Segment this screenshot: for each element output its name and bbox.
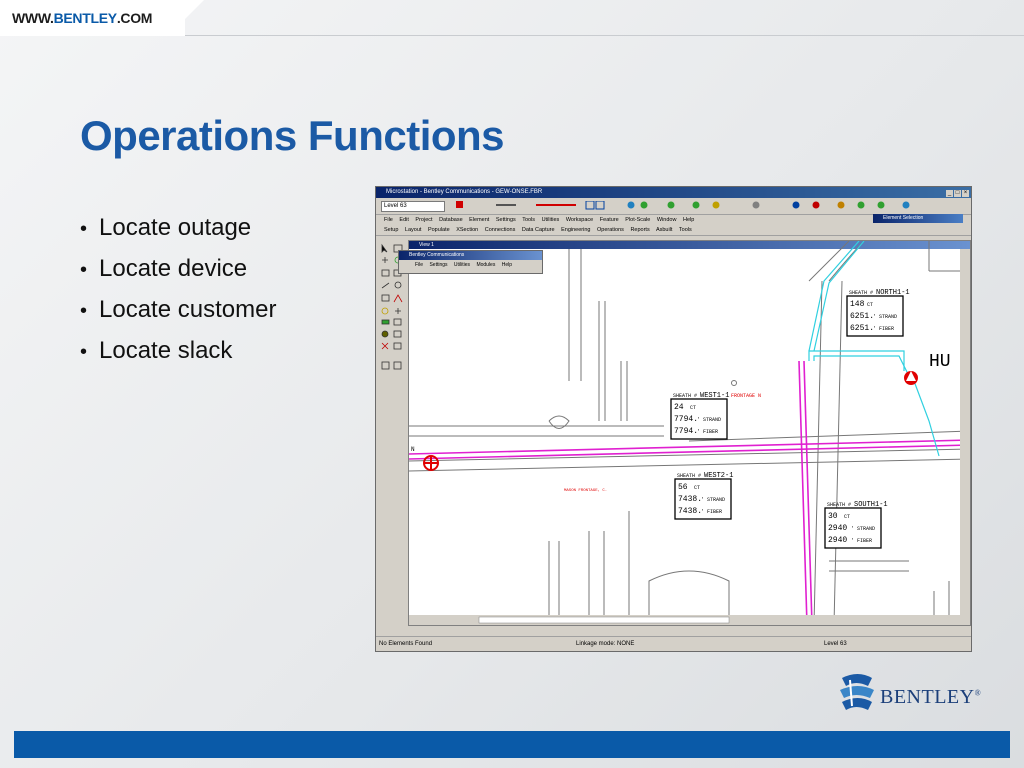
menu-xsection[interactable]: XSection <box>456 227 478 233</box>
svg-text:2940: 2940 <box>828 536 847 545</box>
svg-text:7438.: 7438. <box>678 495 702 504</box>
bentley-b-icon <box>840 674 874 710</box>
svg-text:' FIBER: ' FIBER <box>697 429 718 435</box>
menu-window[interactable]: Window <box>657 217 677 223</box>
dialog-titlebar: Bentley Communications <box>399 251 542 260</box>
svg-text:24: 24 <box>674 403 684 412</box>
status-bar: No Elements Found Linkage mode: NONE Lev… <box>376 636 971 651</box>
menu-utilities[interactable]: Utilities <box>542 217 560 223</box>
status-message: No Elements Found <box>379 641 433 647</box>
svg-text:CT: CT <box>694 485 700 491</box>
menu-operations[interactable]: Operations <box>597 227 624 233</box>
bentley-communications-dialog: Bentley Communications File Settings Uti… <box>398 250 543 274</box>
dialog-menu: File Settings Utilities Modules Help <box>399 260 542 270</box>
svg-text:SHEATH #: SHEATH # <box>673 393 697 399</box>
svg-text:56: 56 <box>678 483 688 492</box>
sheath-south-name: SOUTH1-1 <box>854 501 888 509</box>
dialog-menu-help[interactable]: Help <box>502 262 512 268</box>
menu-data-capture[interactable]: Data Capture <box>522 227 555 233</box>
dialog-menu-file[interactable]: File <box>415 262 423 268</box>
bullet-item: Locate outage <box>80 210 276 251</box>
main-toolbar: Level 63 <box>376 198 971 215</box>
microstation-window: Microstation - Bentley Communications - … <box>375 186 972 652</box>
close-button[interactable]: × <box>962 190 969 197</box>
status-linkage: Linkage mode: NONE <box>576 641 635 647</box>
svg-text:CT: CT <box>844 514 850 520</box>
menu-help[interactable]: Help <box>683 217 694 223</box>
top-banner: WWW.BENTLEY.COM <box>0 0 1024 36</box>
sheath-north-name: NORTH1-1 <box>876 289 910 297</box>
sheath-west2-name: WEST2-1 <box>704 472 733 480</box>
menu-settings[interactable]: Settings <box>496 217 516 223</box>
dialog-menu-settings[interactable]: Settings <box>429 262 447 268</box>
menu-populate[interactable]: Populate <box>428 227 450 233</box>
svg-text:6251.: 6251. <box>850 324 874 333</box>
bullet-item: Locate customer <box>80 292 276 333</box>
svg-text:30: 30 <box>828 512 838 521</box>
svg-text:SHEATH #: SHEATH # <box>827 502 851 508</box>
menu-workspace[interactable]: Workspace <box>566 217 593 223</box>
map-view[interactable]: View 1 HU N SHEATH # NORTH1-1 148 CT 625… <box>408 240 971 626</box>
bullet-item: Locate slack <box>80 333 276 374</box>
svg-text:7794.: 7794. <box>674 415 698 424</box>
menu-asbuilt[interactable]: Asbuilt <box>656 227 673 233</box>
window-titlebar: Microstation - Bentley Communications - … <box>376 187 971 198</box>
svg-text:' FIBER: ' FIBER <box>873 326 894 332</box>
map-drawing: HU N SHEATH # NORTH1-1 148 CT 6251. ' ST… <box>409 241 970 625</box>
menu-reports[interactable]: Reports <box>630 227 649 233</box>
svg-text:SHEATH #: SHEATH # <box>849 290 873 296</box>
svg-text:' STRAND: ' STRAND <box>873 314 897 320</box>
svg-text:' STRAND: ' STRAND <box>851 526 875 532</box>
menu-element[interactable]: Element <box>469 217 489 223</box>
app-menu-bar: Setup Layout Populate XSection Connectio… <box>376 225 971 236</box>
menu-layout[interactable]: Layout <box>405 227 422 233</box>
menu-database[interactable]: Database <box>439 217 463 223</box>
map-label-n: N <box>411 446 415 453</box>
svg-text:SHEATH #: SHEATH # <box>677 473 701 479</box>
dialog-menu-utilities[interactable]: Utilities <box>454 262 470 268</box>
dialog-menu-modules[interactable]: Modules <box>476 262 495 268</box>
menu-project[interactable]: Project <box>415 217 432 223</box>
svg-text:FRONTAGE N: FRONTAGE N <box>731 393 761 399</box>
svg-text:CT: CT <box>690 405 696 411</box>
svg-text:7794.: 7794. <box>674 427 698 436</box>
toolbar-icons[interactable] <box>456 201 972 210</box>
minimize-button[interactable]: _ <box>946 190 953 197</box>
sheath-west1-name: WEST1-1 <box>700 392 729 400</box>
svg-text:CT: CT <box>867 302 873 308</box>
svg-text:' FIBER: ' FIBER <box>701 509 722 515</box>
logo-text: BENTLEY® <box>880 686 982 708</box>
menu-plot-scale[interactable]: Plot-Scale <box>625 217 650 223</box>
svg-text:' FIBER: ' FIBER <box>851 538 872 544</box>
svg-text:' STRAND: ' STRAND <box>701 497 725 503</box>
menu-feature[interactable]: Feature <box>600 217 619 223</box>
svg-text:7438.: 7438. <box>678 507 702 516</box>
bullet-list: Locate outage Locate device Locate custo… <box>80 210 276 374</box>
menu-tools[interactable]: Tools <box>522 217 535 223</box>
menu-tools-2[interactable]: Tools <box>679 227 692 233</box>
svg-text:' STRAND: ' STRAND <box>697 417 721 423</box>
svg-text:6251.: 6251. <box>850 312 874 321</box>
status-level: Level 63 <box>824 641 847 647</box>
level-select[interactable]: Level 63 <box>381 201 445 212</box>
slide-title: Operations Functions <box>80 112 505 159</box>
menu-engineering[interactable]: Engineering <box>561 227 590 233</box>
website-url: WWW.BENTLEY.COM <box>12 10 153 26</box>
svg-text:2940: 2940 <box>828 524 847 533</box>
maximize-button[interactable]: □ <box>954 190 961 197</box>
menu-connections[interactable]: Connections <box>485 227 516 233</box>
svg-text:148: 148 <box>850 300 865 309</box>
element-selection-panel[interactable]: Element Selection <box>873 214 963 223</box>
bentley-logo: BENTLEY® <box>838 672 982 714</box>
bullet-item: Locate device <box>80 251 276 292</box>
footer-bar <box>14 731 1010 758</box>
menu-file[interactable]: File <box>384 217 393 223</box>
road-label: MASON FRONTAGE, C. <box>564 489 607 493</box>
menu-setup[interactable]: Setup <box>384 227 398 233</box>
map-label-hu: HU <box>929 352 951 372</box>
menu-edit[interactable]: Edit <box>399 217 408 223</box>
